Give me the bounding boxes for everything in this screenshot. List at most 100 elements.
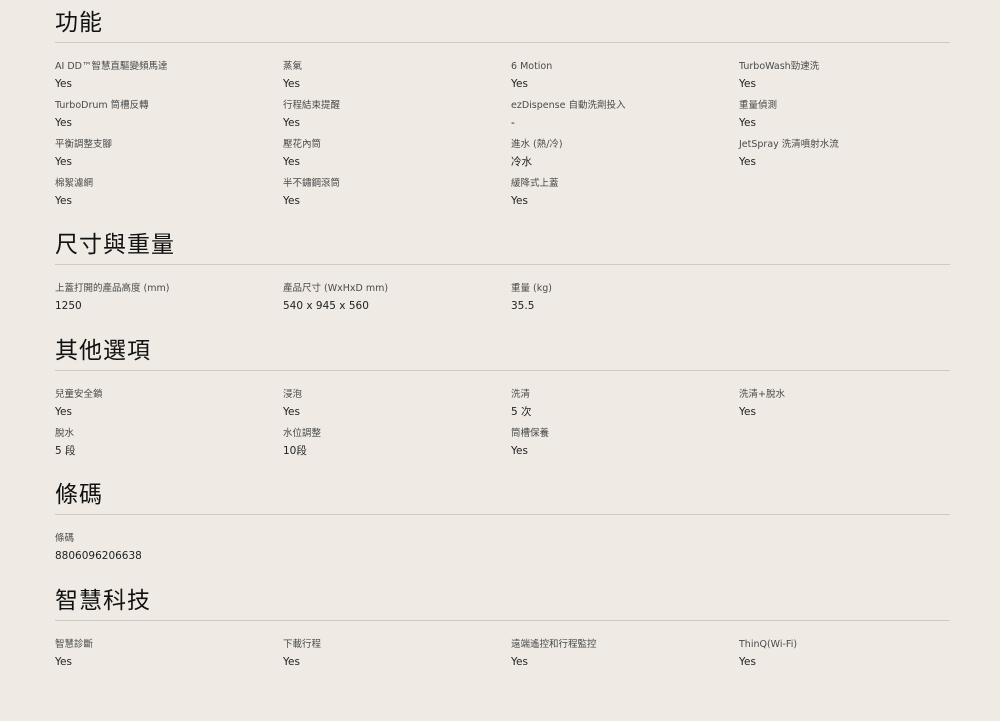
spec-label: 蒸氣: [283, 61, 303, 72]
section-divider: [55, 264, 950, 265]
spec-value: 8806096206638: [55, 550, 142, 562]
spec-value: Yes: [739, 656, 756, 668]
spec-grid: 條碼 8806096206638: [55, 533, 950, 562]
spec-value: Yes: [739, 156, 756, 168]
section-title: 尺寸與重量: [55, 232, 175, 258]
spec-item: 壓花內筒 Yes: [283, 139, 511, 168]
spec-value: Yes: [55, 195, 72, 207]
spec-item: 筒槽保養 Yes: [511, 428, 739, 457]
spec-item: 兒童安全鎖 Yes: [55, 389, 283, 418]
spec-item: 產品尺寸 (WxHxD mm) 540 x 945 x 560: [283, 283, 511, 312]
spec-item: 蒸氣 Yes: [283, 61, 511, 90]
spec-item: AI DD™智慧直驅變頻馬達 Yes: [55, 61, 283, 90]
section-divider: [55, 514, 950, 515]
spec-value: Yes: [511, 78, 528, 90]
spec-label: 半不鏽鋼滾筒: [283, 178, 341, 189]
spec-value: Yes: [55, 78, 72, 90]
spec-grid: 智慧診斷 Yes 下載行程 Yes 遠端遙控和行程監控 Yes ThinQ(Wi-Fi…: [55, 639, 950, 668]
section-title: 功能: [55, 10, 103, 36]
spec-label: ThinQ(Wi-Fi): [739, 639, 798, 650]
section-divider: [55, 370, 950, 371]
spec-value: 1250: [55, 300, 82, 312]
spec-item: 緩降式上蓋 Yes: [511, 178, 739, 207]
spec-label: 兒童安全鎖: [55, 389, 103, 400]
spec-item: 重量偵測 Yes: [739, 100, 950, 129]
spec-label: TurboWash勁速洗: [739, 61, 820, 72]
spec-label: 浸泡: [283, 389, 303, 400]
spec-label: 緩降式上蓋: [511, 178, 559, 189]
spec-item: 洗清+脫水 Yes: [739, 389, 950, 418]
spec-label: 洗清: [511, 389, 531, 400]
spec-item: JetSpray 洗清噴射水流 Yes: [739, 139, 950, 168]
section-divider: [55, 620, 950, 621]
spec-item: TurboDrum 筒槽反轉 Yes: [55, 100, 283, 129]
spec-value: Yes: [283, 406, 300, 418]
spec-item: 進水 (熱/冷) 冷水: [511, 139, 739, 168]
spec-value: 5 次: [511, 406, 532, 418]
spec-value: Yes: [511, 656, 528, 668]
spec-item: 浸泡 Yes: [283, 389, 511, 418]
spec-item: 洗清 5 次: [511, 389, 739, 418]
spec-label: 水位調整: [283, 428, 322, 439]
spec-value: Yes: [511, 195, 528, 207]
spec-label: 遠端遙控和行程監控: [511, 639, 597, 650]
spec-label: 脫水: [55, 428, 75, 439]
spec-value: Yes: [283, 656, 300, 668]
section-barcode: 條碼 條碼 8806096206638: [55, 478, 950, 562]
spec-grid: AI DD™智慧直驅變頻馬達 Yes 蒸氣 Yes 6 Motion Yes Turb…: [55, 61, 950, 207]
spec-item: 條碼 8806096206638: [55, 533, 283, 562]
spec-item: 重量 (kg) 35.5: [511, 283, 739, 312]
section-features: 功能 AI DD™智慧直驅變頻馬達 Yes 蒸氣 Yes 6 Motion Yes T…: [55, 6, 950, 207]
spec-label: 壓花內筒: [283, 139, 322, 150]
spec-value: Yes: [283, 195, 300, 207]
spec-item: 棉絮濾網 Yes: [55, 178, 283, 207]
spec-item: TurboWash勁速洗 Yes: [739, 61, 950, 90]
section-dimensions: 尺寸與重量 上蓋打開的產品高度 (mm) 1250 產品尺寸 (WxHxD mm)…: [55, 228, 950, 312]
spec-item: 上蓋打開的產品高度 (mm) 1250: [55, 283, 283, 312]
spec-value: Yes: [55, 656, 72, 668]
spec-label: ezDispense 自動洗劑投入: [511, 100, 626, 111]
spec-item: 脫水 5 段: [55, 428, 283, 457]
spec-label: 筒槽保養: [511, 428, 550, 439]
spec-value: 冷水: [511, 156, 532, 168]
spec-label: 下載行程: [283, 639, 322, 650]
spec-item: 平衡調整支腳 Yes: [55, 139, 283, 168]
spec-label: TurboDrum 筒槽反轉: [55, 100, 149, 111]
spec-value: Yes: [55, 406, 72, 418]
spec-page: 功能 AI DD™智慧直驅變頻馬達 Yes 蒸氣 Yes 6 Motion Yes T…: [0, 0, 1000, 721]
spec-label: 重量偵測: [739, 100, 778, 111]
spec-grid: 上蓋打開的產品高度 (mm) 1250 產品尺寸 (WxHxD mm) 540 x …: [55, 283, 950, 312]
spec-value: Yes: [283, 78, 300, 90]
spec-value: Yes: [739, 406, 756, 418]
spec-label: JetSpray 洗清噴射水流: [739, 139, 839, 150]
spec-label: 行程結束提醒: [283, 100, 341, 111]
spec-item: ezDispense 自動洗劑投入 -: [511, 100, 739, 129]
spec-value: Yes: [55, 156, 72, 168]
spec-label: 重量 (kg): [511, 283, 552, 294]
section-divider: [55, 42, 950, 43]
spec-value: 35.5: [511, 300, 535, 312]
spec-label: 洗清+脫水: [739, 389, 785, 400]
spec-item: ThinQ(Wi-Fi) Yes: [739, 639, 950, 668]
section-other-options: 其他選項 兒童安全鎖 Yes 浸泡 Yes 洗清 5 次 洗清+脫水 Yes 脫水 5 段…: [55, 334, 950, 457]
section-title: 條碼: [55, 482, 103, 508]
spec-value: Yes: [739, 78, 756, 90]
spec-label: 上蓋打開的產品高度 (mm): [55, 283, 170, 294]
spec-value: 540 x 945 x 560: [283, 300, 369, 312]
spec-item: 水位調整 10段: [283, 428, 511, 457]
spec-label: 平衡調整支腳: [55, 139, 113, 150]
spec-value: Yes: [283, 156, 300, 168]
spec-label: 6 Motion: [511, 61, 553, 72]
spec-item: 行程結束提醒 Yes: [283, 100, 511, 129]
spec-value: 10段: [283, 445, 307, 457]
spec-value: 5 段: [55, 445, 76, 457]
spec-value: -: [511, 117, 515, 129]
spec-label: 產品尺寸 (WxHxD mm): [283, 283, 389, 294]
spec-item: 遠端遙控和行程監控 Yes: [511, 639, 739, 668]
spec-grid: 兒童安全鎖 Yes 浸泡 Yes 洗清 5 次 洗清+脫水 Yes 脫水 5 段 水位調整…: [55, 389, 950, 457]
section-title: 智慧科技: [55, 588, 151, 614]
spec-value: Yes: [739, 117, 756, 129]
spec-label: 棉絮濾網: [55, 178, 94, 189]
spec-item: 6 Motion Yes: [511, 61, 739, 90]
spec-value: Yes: [283, 117, 300, 129]
